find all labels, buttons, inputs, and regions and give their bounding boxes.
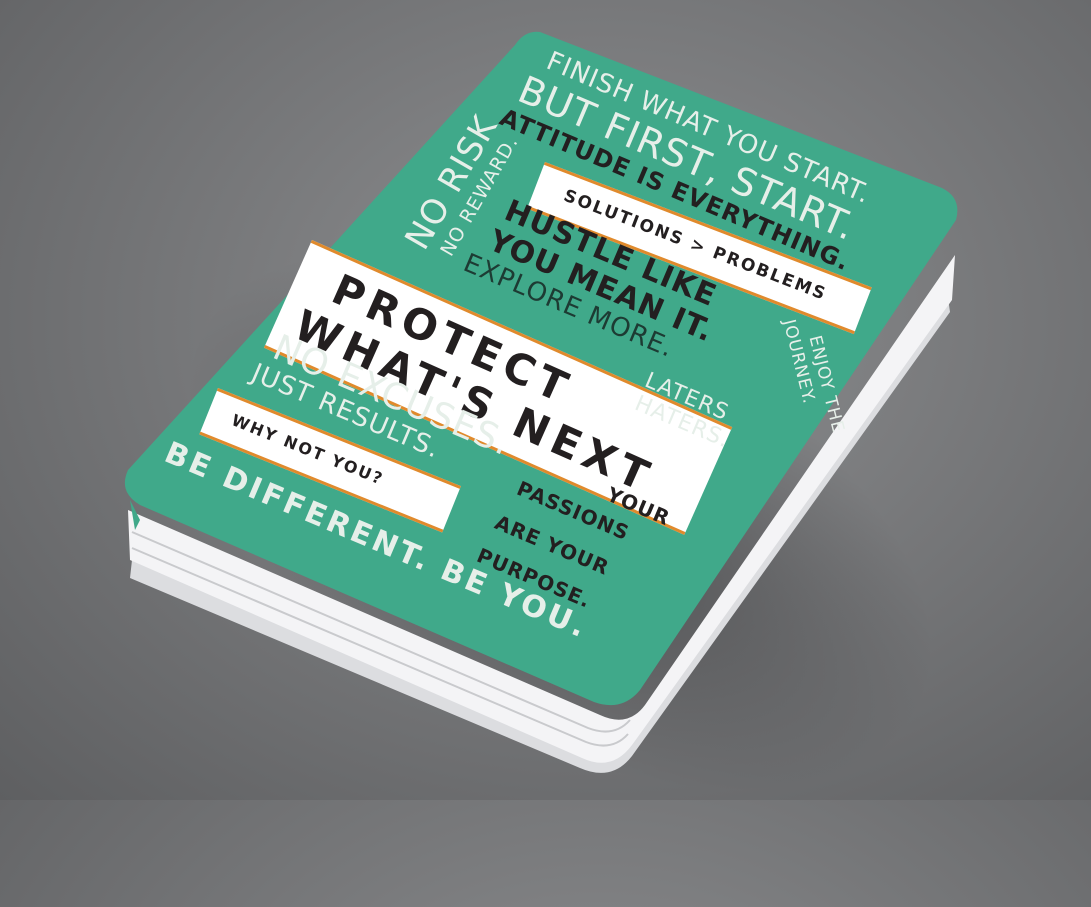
photo-stage: SOLUTIONS > PROBLEMS PROTECT WHAT'S NEXT… [0, 0, 1091, 907]
